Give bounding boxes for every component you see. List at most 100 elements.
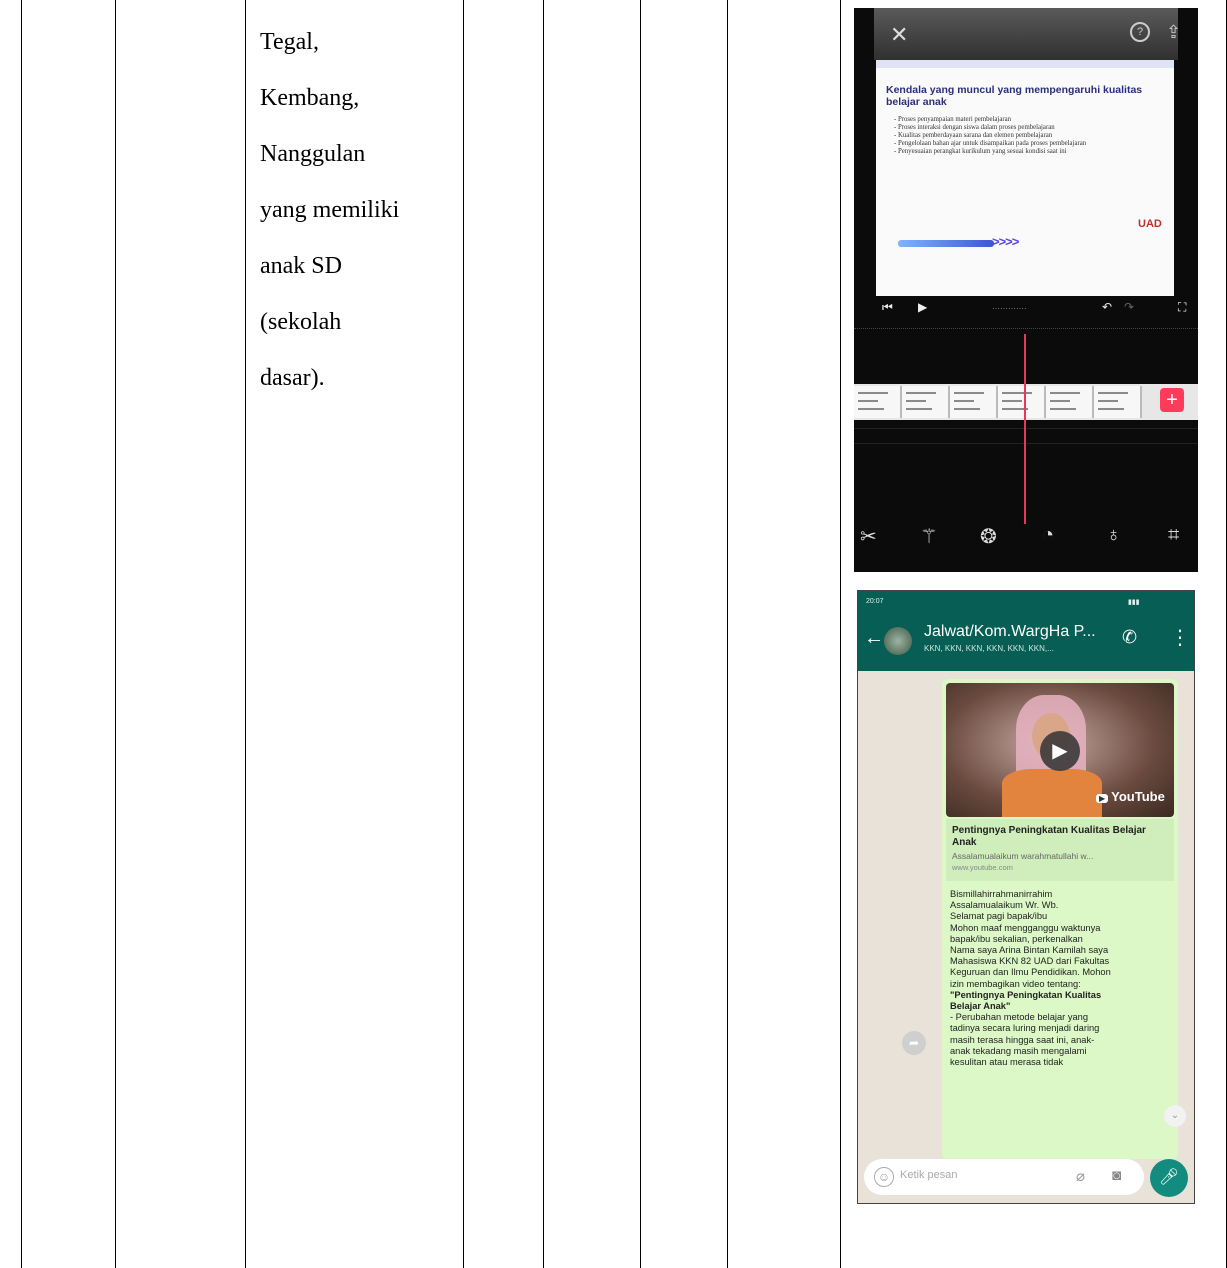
camera-icon[interactable]: ◙ xyxy=(1112,1167,1121,1184)
message-line: masih terasa hingga saat ini, anak- xyxy=(950,1034,1095,1045)
forward-icon[interactable]: ➦ xyxy=(902,1031,926,1055)
timecode: ············· xyxy=(992,304,1027,313)
back-arrow-icon[interactable]: ← xyxy=(864,627,884,650)
redo-icon[interactable]: ↷ xyxy=(1124,300,1134,314)
magic-wand-icon[interactable]: ⚚ xyxy=(920,524,938,549)
clip-thumbnail[interactable] xyxy=(998,386,1046,418)
slide-bullet: Kualitas pemberdayaan sarana dan elemen … xyxy=(894,132,1164,140)
table-border-left xyxy=(21,0,22,1268)
table-border xyxy=(727,0,728,1268)
cell-line: dasar). xyxy=(260,365,325,391)
fullscreen-icon[interactable]: ⛶ xyxy=(1178,300,1186,315)
slide-progress-bar xyxy=(898,240,994,247)
youtube-label: YouTube xyxy=(1111,789,1165,804)
clip-thumbnail[interactable] xyxy=(854,386,902,418)
message-line: "Pentingnya Peningkatan Kualitas xyxy=(950,989,1102,1000)
message-placeholder[interactable]: Ketik pesan xyxy=(900,1169,957,1181)
slide-bullet: Proses penyampaian materi pembelajaran xyxy=(894,116,1164,124)
skip-back-icon[interactable]: ⏮ xyxy=(882,300,893,315)
table-border xyxy=(245,0,246,1268)
add-call-icon[interactable]: ✆ xyxy=(1122,627,1137,648)
cell-line: Kembang, xyxy=(260,85,360,111)
attach-icon[interactable]: ⌀ xyxy=(1076,1167,1085,1185)
more-options-icon[interactable]: ⋮ xyxy=(1170,625,1190,650)
message-bubble: ▶ ▶ YouTube Pentingnya Peningkatan Kualit… xyxy=(942,679,1178,1159)
cell-line: Nanggulan xyxy=(260,141,366,167)
table-border xyxy=(543,0,544,1268)
clip-thumbnail[interactable] xyxy=(1046,386,1094,418)
message-line: - Perubahan metode belajar yang xyxy=(950,1012,1088,1023)
status-bar: 20:07 ▮▮▮ xyxy=(858,591,1194,613)
group-members: KKN, KKN, KKN, KKN, KKN, KKN,... xyxy=(924,644,1054,653)
timeline-clip-strip[interactable] xyxy=(854,384,1198,420)
editor-top-bar: ✕ ? ⇪ xyxy=(874,8,1181,60)
scroll-down-icon[interactable]: ⌄ xyxy=(1164,1105,1186,1127)
person-shirt xyxy=(1002,769,1102,817)
playback-controls: ⏮ ▶ ············· ↶ ↷ ⛶ xyxy=(854,296,1198,320)
table-border xyxy=(463,0,464,1268)
undo-icon[interactable]: ↶ xyxy=(1102,300,1112,314)
group-avatar[interactable] xyxy=(884,627,912,655)
link-description: Assalamualaikum warahmatullahi w... xyxy=(952,851,1094,861)
slide-bullet: Penyesuaian perangkat kurikulum yang ses… xyxy=(894,148,1164,156)
youtube-logo: ▶ YouTube xyxy=(1096,789,1165,804)
message-input[interactable]: ☺ Ketik pesan ⌀ ◙ xyxy=(864,1159,1144,1195)
cell-line: (sekolah xyxy=(260,309,342,335)
audio-track[interactable] xyxy=(854,428,1198,444)
filter-icon[interactable]: ❂ xyxy=(980,524,997,549)
table-border xyxy=(115,0,116,1268)
message-line: kesulitan atau merasa tidak xyxy=(950,1057,1064,1068)
message-line: anak tekadang masih mengalami xyxy=(950,1045,1087,1056)
link-preview[interactable]: Pentingnya Peningkatan Kualitas Belajar … xyxy=(946,819,1174,881)
editor-toolbar: ✂ ⚚ ❂ ◔ ♁ ⌗ xyxy=(854,524,1198,560)
group-name[interactable]: Jalwat/Kom.WargHa P... xyxy=(924,623,1096,641)
help-icon[interactable]: ? xyxy=(1130,22,1150,42)
emoji-icon[interactable]: ☺ xyxy=(874,1167,894,1187)
play-icon[interactable]: ▶ xyxy=(918,300,927,314)
message-line: Selamat pagi bapak/ibu xyxy=(950,911,1048,922)
message-line: Bismillahirrahmanirrahim xyxy=(950,889,1053,899)
link-url: www.youtube.com xyxy=(952,863,1013,872)
share-icon[interactable]: ⇪ xyxy=(1166,22,1181,43)
uad-logo: UAD xyxy=(1138,218,1162,230)
message-line: Nama saya Arina Bintan Kamilah saya xyxy=(950,945,1109,956)
crop-icon[interactable]: ⌗ xyxy=(1168,524,1179,547)
video-thumbnail[interactable]: ▶ ▶ YouTube xyxy=(946,683,1174,817)
slide-title: Kendala yang muncul yang mempengaruhi ku… xyxy=(886,84,1143,108)
cell-line: anak SD xyxy=(260,253,342,279)
add-clip-button[interactable]: + xyxy=(1160,388,1184,412)
message-line: Assalamualaikum Wr. Wb. xyxy=(950,900,1059,911)
message-line: Mahasiswa KKN 82 UAD dari Fakultas xyxy=(950,956,1110,967)
chat-screenshot: 20:07 ▮▮▮ ← Jalwat/Kom.WargHa P... KKN, … xyxy=(857,590,1195,1204)
message-line: bapak/ibu sekalian, perkenalkan xyxy=(950,933,1083,944)
slide-header-bar xyxy=(876,60,1174,68)
message-line: Belajar Anak" xyxy=(950,1001,1011,1012)
playhead[interactable] xyxy=(1024,334,1026,524)
microphone-icon[interactable]: ♁ xyxy=(1106,524,1121,547)
scissors-icon[interactable]: ✂ xyxy=(860,524,877,549)
speed-icon[interactable]: ◔ xyxy=(1042,524,1054,547)
message-line: tadinya secara luring menjadi daring xyxy=(950,1023,1100,1034)
clip-thumbnail[interactable] xyxy=(1094,386,1142,418)
battery-icon: ▮▮▮ xyxy=(1128,599,1140,606)
youtube-play-icon: ▶ xyxy=(1096,794,1109,803)
cell-line: Tegal, xyxy=(260,29,319,55)
close-icon[interactable]: ✕ xyxy=(890,22,908,48)
message-line: Mohon maaf mengganggu waktunya xyxy=(950,922,1101,933)
slide-arrows: >>>> xyxy=(992,234,1019,249)
message-line: Keguruan dan Ilmu Pendidikan. Mohon xyxy=(950,967,1111,978)
status-time: 20:07 xyxy=(866,598,884,605)
slide-bullet: Pengelolaan bahan ajar untuk disampaikan… xyxy=(894,140,1164,148)
timeline-ruler xyxy=(854,328,1198,339)
slide-preview: Kendala yang muncul yang mempengaruhi ku… xyxy=(876,60,1174,296)
play-icon[interactable]: ▶ xyxy=(1040,731,1080,771)
message-line: izin membagikan video tentang: xyxy=(950,978,1081,989)
clip-thumbnail[interactable] xyxy=(950,386,998,418)
slide-bullet: Proses interaksi dengan siswa dalam pros… xyxy=(894,124,1164,132)
chat-header: ← Jalwat/Kom.WargHa P... KKN, KKN, KKN, … xyxy=(858,613,1194,671)
slide-bullet-list: Proses penyampaian materi pembelajaran P… xyxy=(894,116,1164,156)
table-border xyxy=(840,0,841,1268)
clip-thumbnail[interactable] xyxy=(902,386,950,418)
mic-button[interactable]: 🎤︎ xyxy=(1150,1159,1188,1197)
message-text: Bismillahirrahmanirrahim Assalamualaikum… xyxy=(950,889,1174,1068)
